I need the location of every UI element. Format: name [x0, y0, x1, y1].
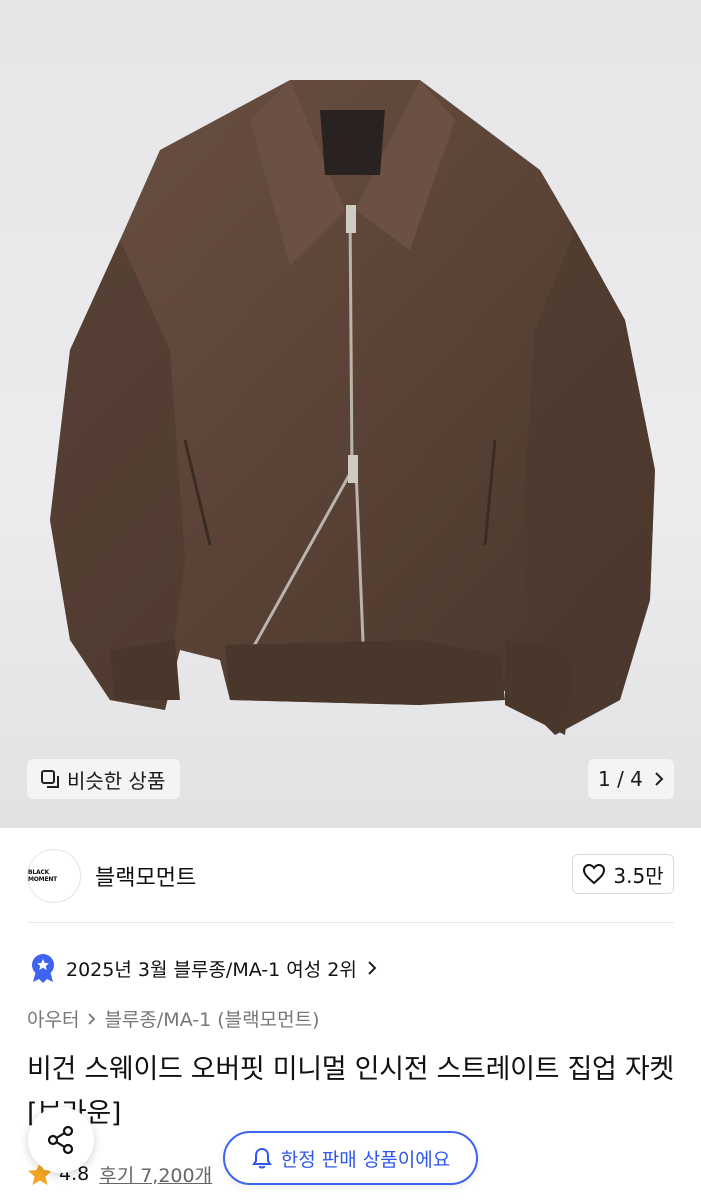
similar-products-button[interactable]: 비슷한 상품 — [27, 759, 180, 799]
brand-logo-text: BLACK MOMENT — [28, 869, 58, 883]
chevron-right-icon — [88, 1012, 96, 1025]
divider — [27, 922, 674, 923]
share-button[interactable] — [28, 1107, 94, 1173]
image-counter: 1 / 4 — [598, 767, 643, 791]
like-button[interactable]: 3.5만 — [572, 854, 674, 894]
like-count: 3.5만 — [613, 863, 664, 888]
heart-icon — [583, 863, 606, 885]
limited-sale-notice-button[interactable]: 한정 판매 상품이에요 — [223, 1131, 478, 1185]
review-count-link[interactable]: 후기 7,200개 — [99, 1161, 212, 1188]
ranking-badge-icon — [32, 954, 54, 983]
breadcrumb-subcategory[interactable]: 블루종/MA-1 (블랙모먼트) — [104, 1005, 319, 1032]
ranking-text: 2025년 3월 블루종/MA-1 여성 2위 — [66, 958, 357, 981]
ranking-link[interactable]: 2025년 3월 블루종/MA-1 여성 2위 — [30, 951, 377, 985]
breadcrumb-category[interactable]: 아우터 — [27, 1005, 79, 1032]
chevron-right-icon — [655, 772, 664, 786]
similar-icon — [41, 770, 59, 788]
limited-sale-label: 한정 판매 상품이에요 — [280, 1148, 451, 1171]
chevron-right-icon — [368, 961, 377, 975]
brand-logo[interactable]: BLACK MOMENT — [27, 849, 81, 903]
product-title: 비건 스웨이드 오버핏 미니멀 인시전 스트레이트 집업 자켓 [브라운] — [27, 1054, 674, 1129]
brand-name[interactable]: 블랙모먼트 — [95, 860, 196, 892]
image-counter-button[interactable]: 1 / 4 — [588, 759, 674, 799]
brand-row[interactable]: BLACK MOMENT 블랙모먼트 3.5만 — [27, 848, 674, 904]
product-image-gallery[interactable]: 비슷한 상품 1 / 4 — [0, 0, 701, 828]
breadcrumb: 아우터 블루종/MA-1 (블랙모먼트) — [27, 1005, 319, 1032]
share-icon — [47, 1125, 74, 1155]
bell-icon — [251, 1147, 272, 1169]
product-image — [50, 80, 655, 735]
similar-products-label: 비슷한 상품 — [67, 768, 166, 793]
